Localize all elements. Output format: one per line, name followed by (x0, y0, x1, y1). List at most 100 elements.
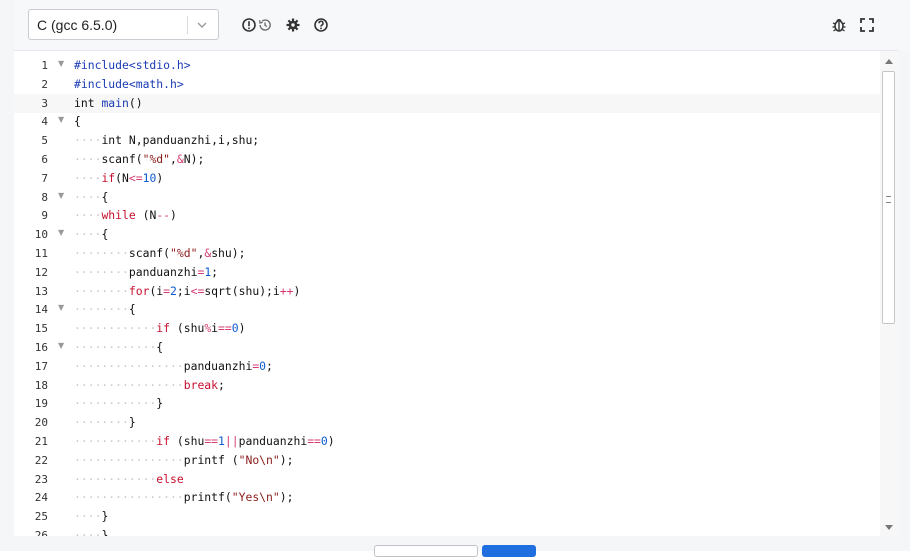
line-number: 6 (41, 153, 48, 166)
line-number: 21 (34, 435, 48, 448)
code-line[interactable]: 9 ····while (N--) (14, 206, 880, 225)
code-line[interactable]: 15 ············if (shu%i==0) (14, 319, 880, 338)
code-line[interactable]: 24 ················printf("Yes\n"); (14, 488, 880, 507)
code-text: ················panduanzhi=0; (74, 358, 273, 373)
line-number: 22 (34, 453, 48, 467)
debug-bug-icon[interactable] (831, 17, 847, 33)
fold-arrow-icon[interactable]: ▼ (58, 341, 64, 350)
code-line[interactable]: 19 ············} (14, 394, 880, 413)
code-line[interactable]: 22 ················printf ("No\n"); (14, 451, 880, 470)
code-text: ················printf ("No\n"); (74, 452, 294, 467)
line-number: 2 (41, 77, 48, 91)
code-line[interactable]: 6 ····scanf("%d",&N); (14, 150, 880, 169)
history-icon[interactable] (257, 17, 273, 33)
code-text: ············{ (74, 340, 164, 354)
code-line[interactable]: 21 ············if (shu==1||panduanzhi==0) (14, 432, 880, 451)
code-line[interactable]: 10 ▼ ····{ (14, 225, 880, 244)
code-line[interactable]: 5 ····int N,panduanzhi,i,shu; (14, 131, 880, 150)
line-number: 17 (34, 359, 48, 373)
code-text: ········} (74, 415, 136, 430)
line-number: 18 (34, 378, 48, 392)
language-select[interactable]: C (gcc 6.5.0) (28, 9, 219, 40)
line-number: 7 (41, 171, 48, 185)
code-line[interactable]: 20 ········} (14, 413, 880, 432)
code-text: ········for(i=2;i<=sqrt(shu);i++) (74, 283, 301, 298)
line-number: 9 (41, 209, 48, 223)
code-text: #include<stdio.h> (74, 58, 191, 72)
line-number: 20 (34, 416, 48, 430)
code-line[interactable]: 11 ········scanf("%d",&shu); (14, 244, 880, 263)
primary-action-button[interactable] (482, 545, 536, 557)
settings-gear-icon[interactable] (285, 17, 301, 33)
line-number: 3 (41, 96, 48, 110)
code-line[interactable]: 1 ▼ #include<stdio.h> (14, 56, 880, 75)
code-text: { (74, 114, 81, 129)
code-text: ····int N,panduanzhi,i,shu; (74, 133, 260, 148)
line-number: 24 (34, 491, 48, 505)
code-line[interactable]: 25 ····} (14, 507, 880, 526)
code-text: ····if(N<=10) (74, 170, 164, 185)
secondary-action-button[interactable] (374, 545, 478, 557)
fold-arrow-icon[interactable]: ▼ (58, 59, 64, 68)
code-line[interactable]: 13 ········for(i=2;i<=sqrt(shu);i++) (14, 282, 880, 301)
code-line[interactable]: 14 ▼ ········{ (14, 300, 880, 319)
line-number: 1 (41, 59, 48, 72)
code-text: ····while (N--) (74, 208, 177, 223)
line-number: 13 (34, 284, 48, 298)
line-number: 16 (34, 341, 48, 354)
line-number: 5 (41, 134, 48, 148)
help-icon[interactable] (313, 17, 329, 33)
line-number: 4 (41, 115, 48, 129)
chevron-down-icon (195, 18, 209, 32)
fold-arrow-icon[interactable]: ▼ (58, 303, 64, 312)
code-line[interactable]: 7 ····if(N<=10) (14, 169, 880, 188)
code-text: ········scanf("%d",&shu); (74, 246, 246, 260)
code-line[interactable]: 2 #include<math.h> (14, 75, 880, 94)
line-number: 15 (34, 322, 48, 336)
code-text: ····} (74, 509, 109, 524)
code-line[interactable]: 8 ▼ ····{ (14, 188, 880, 207)
line-number: 8 (41, 190, 48, 204)
line-number: 11 (34, 247, 48, 260)
code-line[interactable]: 18 ················break; (14, 376, 880, 395)
line-number: 23 (34, 472, 48, 486)
code-text: ····scanf("%d",&N); (74, 152, 205, 166)
code-line[interactable]: 26 ····} (14, 526, 880, 536)
code-text: ········{ (74, 302, 136, 317)
ide-page: C (gcc 6.5.0) 1 ▼ #include<stdio.h> 2 #inclu… (0, 0, 910, 557)
fold-arrow-icon[interactable]: ▼ (58, 228, 64, 237)
line-number: 12 (34, 265, 48, 279)
fold-arrow-icon[interactable]: ▼ (58, 191, 64, 200)
code-line[interactable]: 4 ▼ { (14, 112, 880, 131)
code-text: ············else (74, 471, 184, 486)
language-select-value: C (gcc 6.5.0) (37, 17, 118, 33)
scrollbar-thumb[interactable] (882, 71, 895, 324)
code-line[interactable]: 16 ▼ ············{ (14, 338, 880, 357)
fullscreen-icon[interactable] (859, 17, 875, 33)
warning-circle-icon[interactable] (241, 17, 257, 33)
scroll-down-arrow-icon[interactable] (885, 525, 893, 530)
vertical-scrollbar[interactable] (880, 51, 898, 536)
line-number: 19 (34, 397, 48, 411)
select-separator (187, 16, 188, 34)
code-text: ············if (shu%i==0) (74, 321, 246, 336)
code-text: ····{ (74, 227, 109, 242)
code-text: ················printf("Yes\n"); (74, 490, 294, 505)
line-number: 26 (34, 529, 48, 536)
editor-toolbar: C (gcc 6.5.0) (14, 0, 910, 50)
code-line[interactable]: 23 ············else (14, 470, 880, 489)
line-number: 14 (34, 303, 48, 317)
code-line[interactable]: 3 int main() (14, 93, 880, 113)
code-text: ················break; (74, 377, 225, 392)
code-text: int main() (74, 95, 143, 110)
scroll-up-arrow-icon[interactable] (885, 59, 893, 64)
code-text: ············if (shu==1||panduanzhi==0) (74, 434, 335, 448)
code-line[interactable]: 12 ········panduanzhi=1; (14, 263, 880, 282)
line-number: 10 (34, 228, 48, 242)
code-text: ········panduanzhi=1; (74, 264, 219, 279)
fold-arrow-icon[interactable]: ▼ (58, 115, 64, 124)
code-line[interactable]: 17 ················panduanzhi=0; (14, 357, 880, 376)
code-text: ············} (74, 396, 164, 411)
code-editor[interactable]: 1 ▼ #include<stdio.h> 2 #include<math.h> 3 int… (14, 50, 898, 536)
code-text: #include<math.h> (74, 76, 184, 91)
